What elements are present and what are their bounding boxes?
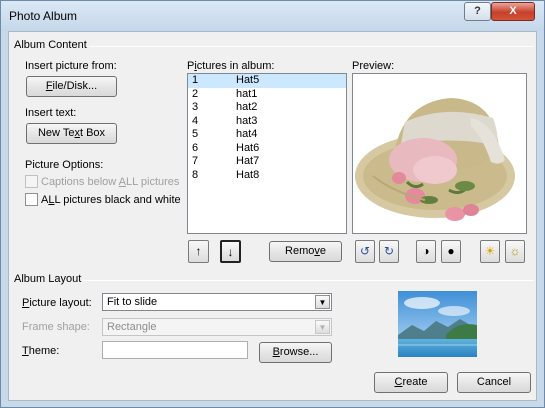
dialog-body: Album Content Insert picture from: File/… [8,31,537,401]
frame-shape-value: Rectangle [107,321,157,333]
insert-text-label: Insert text: [25,107,77,119]
picture-number: 7 [192,155,199,167]
preview-label: Preview: [352,60,395,72]
picture-number: 8 [192,168,199,181]
list-item[interactable]: 5 hat4 [188,128,346,142]
picture-number: 5 [192,128,199,140]
insert-picture-label: Insert picture from: [25,60,117,72]
preview-image [352,73,527,234]
contrast-up-icon: ◑ [422,244,430,258]
captions-label: Captions below ALL pictures [41,176,180,188]
captions-checkbox[interactable] [25,175,38,188]
frame-shape-label: Frame shape: [22,321,90,333]
album-content-divider [13,46,534,47]
album-layout-group-label: Album Layout [12,273,84,285]
rotate-left-button[interactable]: ↺ [355,240,375,263]
increase-brightness-button[interactable]: ☀ [480,240,500,263]
contrast-down-icon: ● [447,244,455,258]
dialog-title: Photo Album [9,9,78,23]
frame-shape-select[interactable]: Rectangle ▼ [102,318,332,336]
help-button[interactable]: ? [464,2,491,21]
brightness-up-icon: ☀ [484,244,496,258]
rotate-right-icon: ↻ [383,244,395,258]
picture-number: 6 [192,141,199,154]
theme-label: Theme: [22,345,60,357]
title-bar[interactable]: Photo Album ? X [1,1,544,31]
rotate-right-button[interactable]: ↻ [379,240,399,263]
picture-name: hat3 [236,114,258,127]
chevron-down-icon[interactable]: ▼ [315,295,330,309]
picture-layout-select[interactable]: Fit to slide ▼ [102,293,332,311]
arrow-up-icon: ↑ [195,244,202,258]
pictures-listbox[interactable]: 1 Hat5 2 hat1 3 hat2 4 hat3 5 hat4 6 Hat6 7 Hat7 8 Hat8 [187,73,347,234]
picture-name: Hat6 [236,141,260,154]
list-item[interactable]: 8 Hat8 [188,169,346,183]
picture-number: 2 [192,87,199,100]
picture-number: 1 [192,74,199,86]
decrease-contrast-button[interactable]: ● [441,240,461,263]
list-item[interactable]: 2 hat1 [188,88,346,102]
picture-layout-label: Picture layout: [22,297,92,309]
chevron-down-icon[interactable]: ▼ [315,320,330,334]
arrow-down-icon: ↓ [227,245,234,259]
new-text-box-button[interactable]: New Text Box [26,123,117,144]
picture-number: 4 [192,114,199,127]
cancel-button[interactable]: Cancel [457,372,531,393]
create-button[interactable]: Create [374,372,448,393]
close-button[interactable]: X [491,2,535,21]
rotate-left-icon: ↺ [359,244,371,258]
picture-name: hat1 [236,87,258,100]
list-item[interactable]: 4 hat3 [188,115,346,129]
black-white-checkbox[interactable] [25,193,38,206]
file-disk-button[interactable]: File/Disk... [26,76,117,97]
theme-input[interactable] [102,341,248,359]
list-item[interactable]: 1 Hat5 [188,74,346,88]
remove-button[interactable]: Remove [269,241,342,262]
landscape-thumbnail [398,291,477,357]
list-item[interactable]: 7 Hat7 [188,155,346,169]
picture-name: Hat8 [236,168,260,181]
picture-layout-value: Fit to slide [107,296,158,308]
picture-name: hat2 [236,101,258,113]
black-white-label: ALL pictures black and white [41,194,181,206]
hat-photo [355,98,515,221]
increase-contrast-button[interactable]: ◑ [416,240,436,263]
album-layout-divider [13,280,534,281]
picture-name: Hat7 [236,155,260,167]
brightness-down-icon: ☼ [509,244,521,258]
list-item[interactable]: 3 hat2 [188,101,346,115]
list-item[interactable]: 6 Hat6 [188,142,346,156]
album-content-group-label: Album Content [12,39,89,51]
layout-preview-image [398,291,477,357]
browse-button[interactable]: Browse... [259,342,332,363]
picture-options-label: Picture Options: [25,159,104,171]
move-down-button[interactable]: ↓ [220,240,241,263]
pictures-in-album-label: Pictures in album: [187,60,275,72]
move-up-button[interactable]: ↑ [188,240,209,263]
picture-name: Hat5 [236,74,260,86]
decrease-brightness-button[interactable]: ☼ [505,240,525,263]
photo-album-dialog: Photo Album ? X Album Content Insert pic… [0,0,545,408]
picture-name: hat4 [236,128,258,140]
picture-number: 3 [192,101,199,113]
